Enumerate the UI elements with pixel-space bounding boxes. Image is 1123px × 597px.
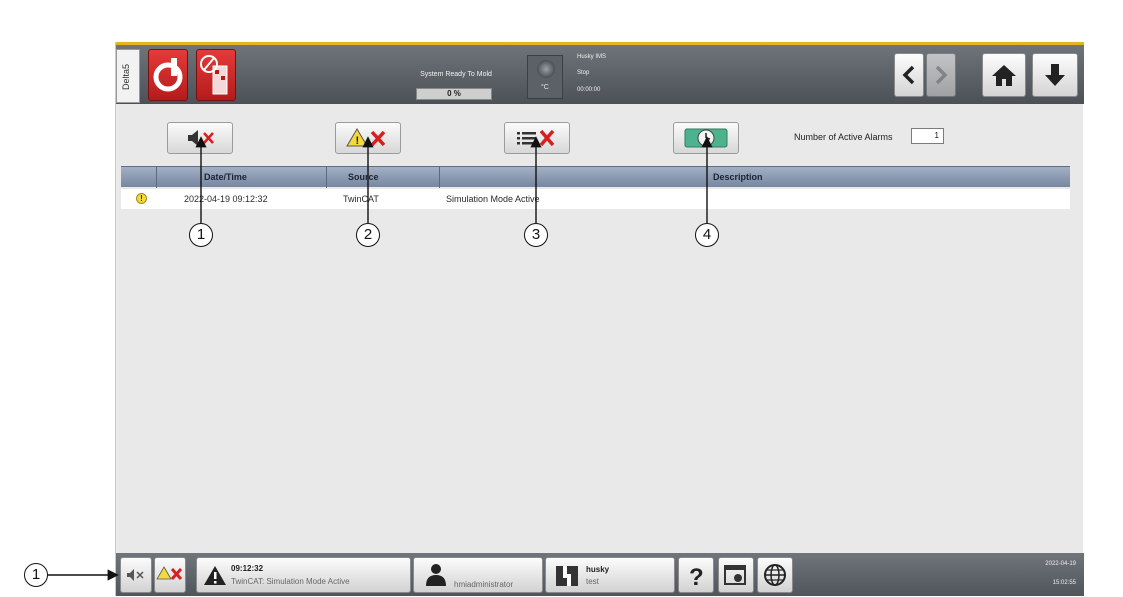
callout-4: 4	[695, 223, 719, 247]
callout-1-bottom: 1	[24, 563, 48, 587]
callout-arrows	[48, 136, 713, 581]
callout-1: 1	[189, 223, 213, 247]
callout-3: 3	[524, 223, 548, 247]
callout-2: 2	[356, 223, 380, 247]
figure: Delta5 System Ready To Mold 0 % °C Husky…	[0, 0, 1123, 597]
